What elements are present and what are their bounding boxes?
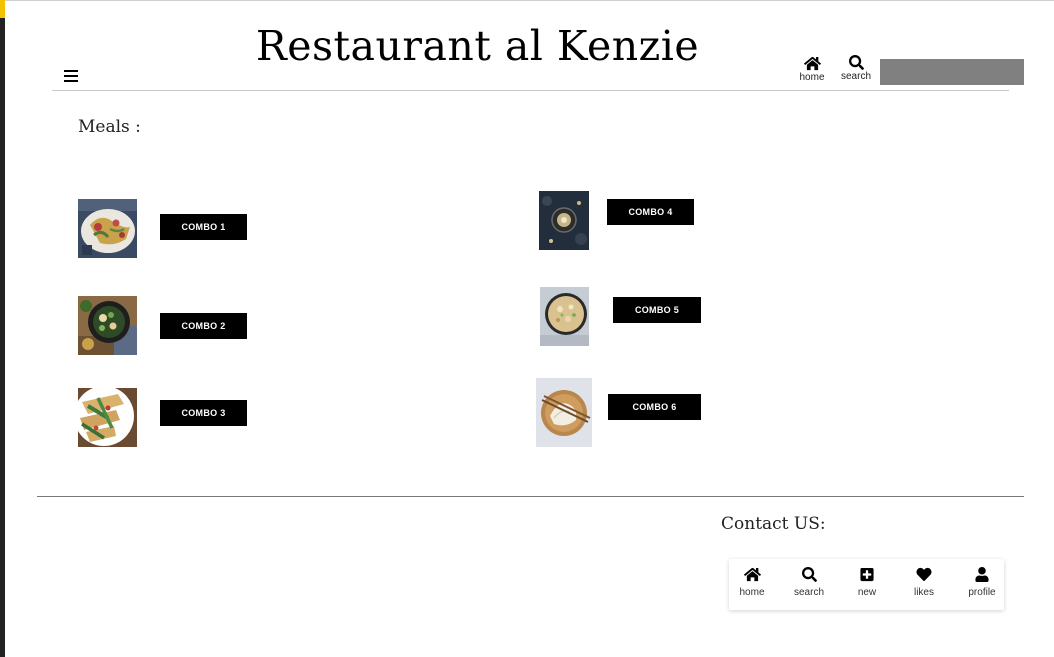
meal-image-combo-4	[539, 191, 589, 250]
meal-image-combo-3	[78, 388, 137, 447]
header-nav-search-label: search	[840, 71, 871, 82]
bottom-nav-new-label: new	[857, 587, 877, 598]
plus-square-icon	[860, 567, 874, 582]
header-search-input[interactable]	[880, 59, 1024, 85]
bottom-nav-search[interactable]: search	[784, 567, 834, 598]
bottom-nav-likes[interactable]: likes	[899, 567, 949, 598]
meal-image-combo-5	[540, 287, 589, 346]
home-icon	[803, 56, 821, 71]
meal-image-combo-2	[78, 296, 137, 355]
meals-heading: Meals :	[78, 117, 141, 137]
combo-2-button[interactable]: COMBO 2	[160, 313, 247, 339]
home-icon	[743, 567, 761, 582]
header-nav-search[interactable]: search	[838, 55, 874, 82]
contact-heading: Contact US:	[721, 514, 826, 534]
bottom-nav-profile[interactable]: profile	[957, 567, 1007, 598]
footer-divider	[37, 496, 1024, 497]
header-nav-home-label: home	[799, 72, 825, 83]
combo-1-button[interactable]: COMBO 1	[160, 214, 247, 240]
bottom-nav-profile-label: profile	[968, 587, 996, 598]
meal-image-combo-6	[536, 378, 592, 447]
bottom-nav-home[interactable]: home	[727, 567, 777, 598]
search-icon	[848, 55, 864, 70]
combo-4-button[interactable]: COMBO 4	[607, 199, 694, 225]
bottom-nav-home-label: home	[739, 587, 765, 598]
header-divider	[52, 90, 1009, 91]
hamburger-menu-icon[interactable]	[64, 70, 78, 82]
combo-6-button[interactable]: COMBO 6	[608, 394, 701, 420]
combo-3-button[interactable]: COMBO 3	[160, 400, 247, 426]
header-nav-home[interactable]: home	[797, 56, 827, 83]
bottom-nav-bar: home search new likes profile	[729, 559, 1004, 610]
combo-5-button[interactable]: COMBO 5	[613, 297, 701, 323]
top-border	[0, 0, 1054, 1]
bottom-nav-new[interactable]: new	[842, 567, 892, 598]
left-edge-bar	[0, 0, 5, 657]
bottom-nav-search-label: search	[793, 587, 824, 598]
left-edge-accent	[0, 0, 5, 18]
meal-image-combo-1	[78, 199, 137, 258]
heart-icon	[916, 567, 932, 582]
user-icon	[975, 567, 989, 582]
bottom-nav-likes-label: likes	[913, 587, 934, 598]
site-title: Restaurant al Kenzie	[255, 22, 700, 70]
search-icon	[801, 567, 817, 582]
